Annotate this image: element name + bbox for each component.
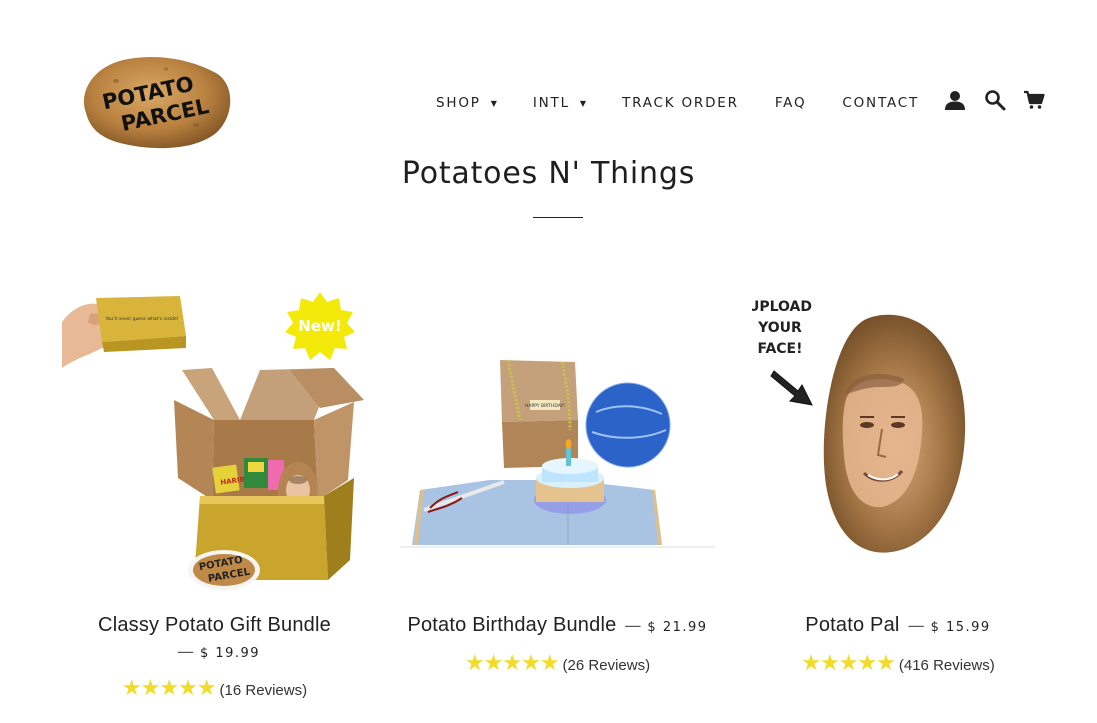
search-icon[interactable]: [984, 89, 1006, 111]
main-nav: SHOP ▼ INTL ▼ TRACK ORDER FAQ CONTACT: [436, 88, 955, 118]
star-rating: ★★★★★: [464, 651, 560, 676]
product-price: $ 15.99: [930, 620, 991, 635]
new-badge: New!: [285, 292, 355, 360]
nav-track-order[interactable]: TRACK ORDER: [622, 95, 739, 111]
svg-text:HAPPY BIRTHDAY!: HAPPY BIRTHDAY!: [525, 403, 565, 409]
product-price: $ 19.99: [199, 646, 261, 661]
star-rating: ★★★★★: [121, 676, 217, 701]
product-title[interactable]: Potato Birthday Bundle: [407, 614, 616, 636]
star-rating: ★★★★★: [801, 651, 896, 676]
product-card-classy-potato-gift-bundle: Classy Potato Gift Bundle — $ 19.99 ★★★★★…: [62, 614, 367, 701]
chevron-down-icon: ▼: [490, 98, 497, 108]
nav-intl[interactable]: INTL ▼: [533, 95, 586, 111]
nav-contact[interactable]: CONTACT: [842, 95, 919, 111]
potato-pal-image[interactable]: UPLOAD YOUR FACE!: [752, 295, 977, 570]
nav-shop-label: SHOP: [436, 95, 481, 111]
price-separator: —: [176, 642, 194, 662]
cart-icon[interactable]: [1023, 89, 1045, 111]
review-count[interactable]: (416 Reviews): [899, 657, 995, 674]
page-title: Potatoes N' Things: [401, 156, 696, 191]
product-title[interactable]: Classy Potato Gift Bundle: [98, 614, 331, 636]
product-card-potato-birthday-bundle: Potato Birthday Bundle — $ 21.99 ★★★★★ (26 …: [390, 614, 725, 676]
title-divider: [533, 217, 583, 218]
potato-birthday-bundle-image[interactable]: HAPPY BIRTHDAY!: [400, 340, 715, 555]
svg-text:UPLOAD: UPLOAD: [752, 299, 812, 315]
nav-shop[interactable]: SHOP ▼: [436, 95, 497, 111]
nav-intl-label: INTL: [532, 95, 570, 111]
review-count[interactable]: (16 Reviews): [220, 682, 308, 699]
product-price: $ 21.99: [647, 620, 708, 635]
svg-text:YOUR: YOUR: [757, 320, 802, 336]
review-count[interactable]: (26 Reviews): [563, 657, 651, 674]
svg-text:You'll never guess what's insi: You'll never guess what's inside!: [104, 316, 178, 322]
account-icon[interactable]: [944, 89, 966, 111]
price-separator: —: [907, 616, 925, 636]
classy-potato-gift-bundle-image[interactable]: You'll never guess what's inside! New! H…: [62, 290, 367, 595]
potato-parcel-logo[interactable]: POTATO PARCEL: [76, 55, 232, 149]
product-title[interactable]: Potato Pal: [805, 614, 899, 636]
svg-text:FACE!: FACE!: [757, 341, 802, 357]
product-card-potato-pal: Potato Pal — $ 15.99 ★★★★★ (416 Reviews): [748, 614, 1048, 676]
svg-text:New!: New!: [298, 317, 341, 335]
chevron-down-icon: ▼: [579, 98, 587, 108]
nav-faq[interactable]: FAQ: [775, 95, 807, 111]
price-separator: —: [624, 616, 642, 636]
